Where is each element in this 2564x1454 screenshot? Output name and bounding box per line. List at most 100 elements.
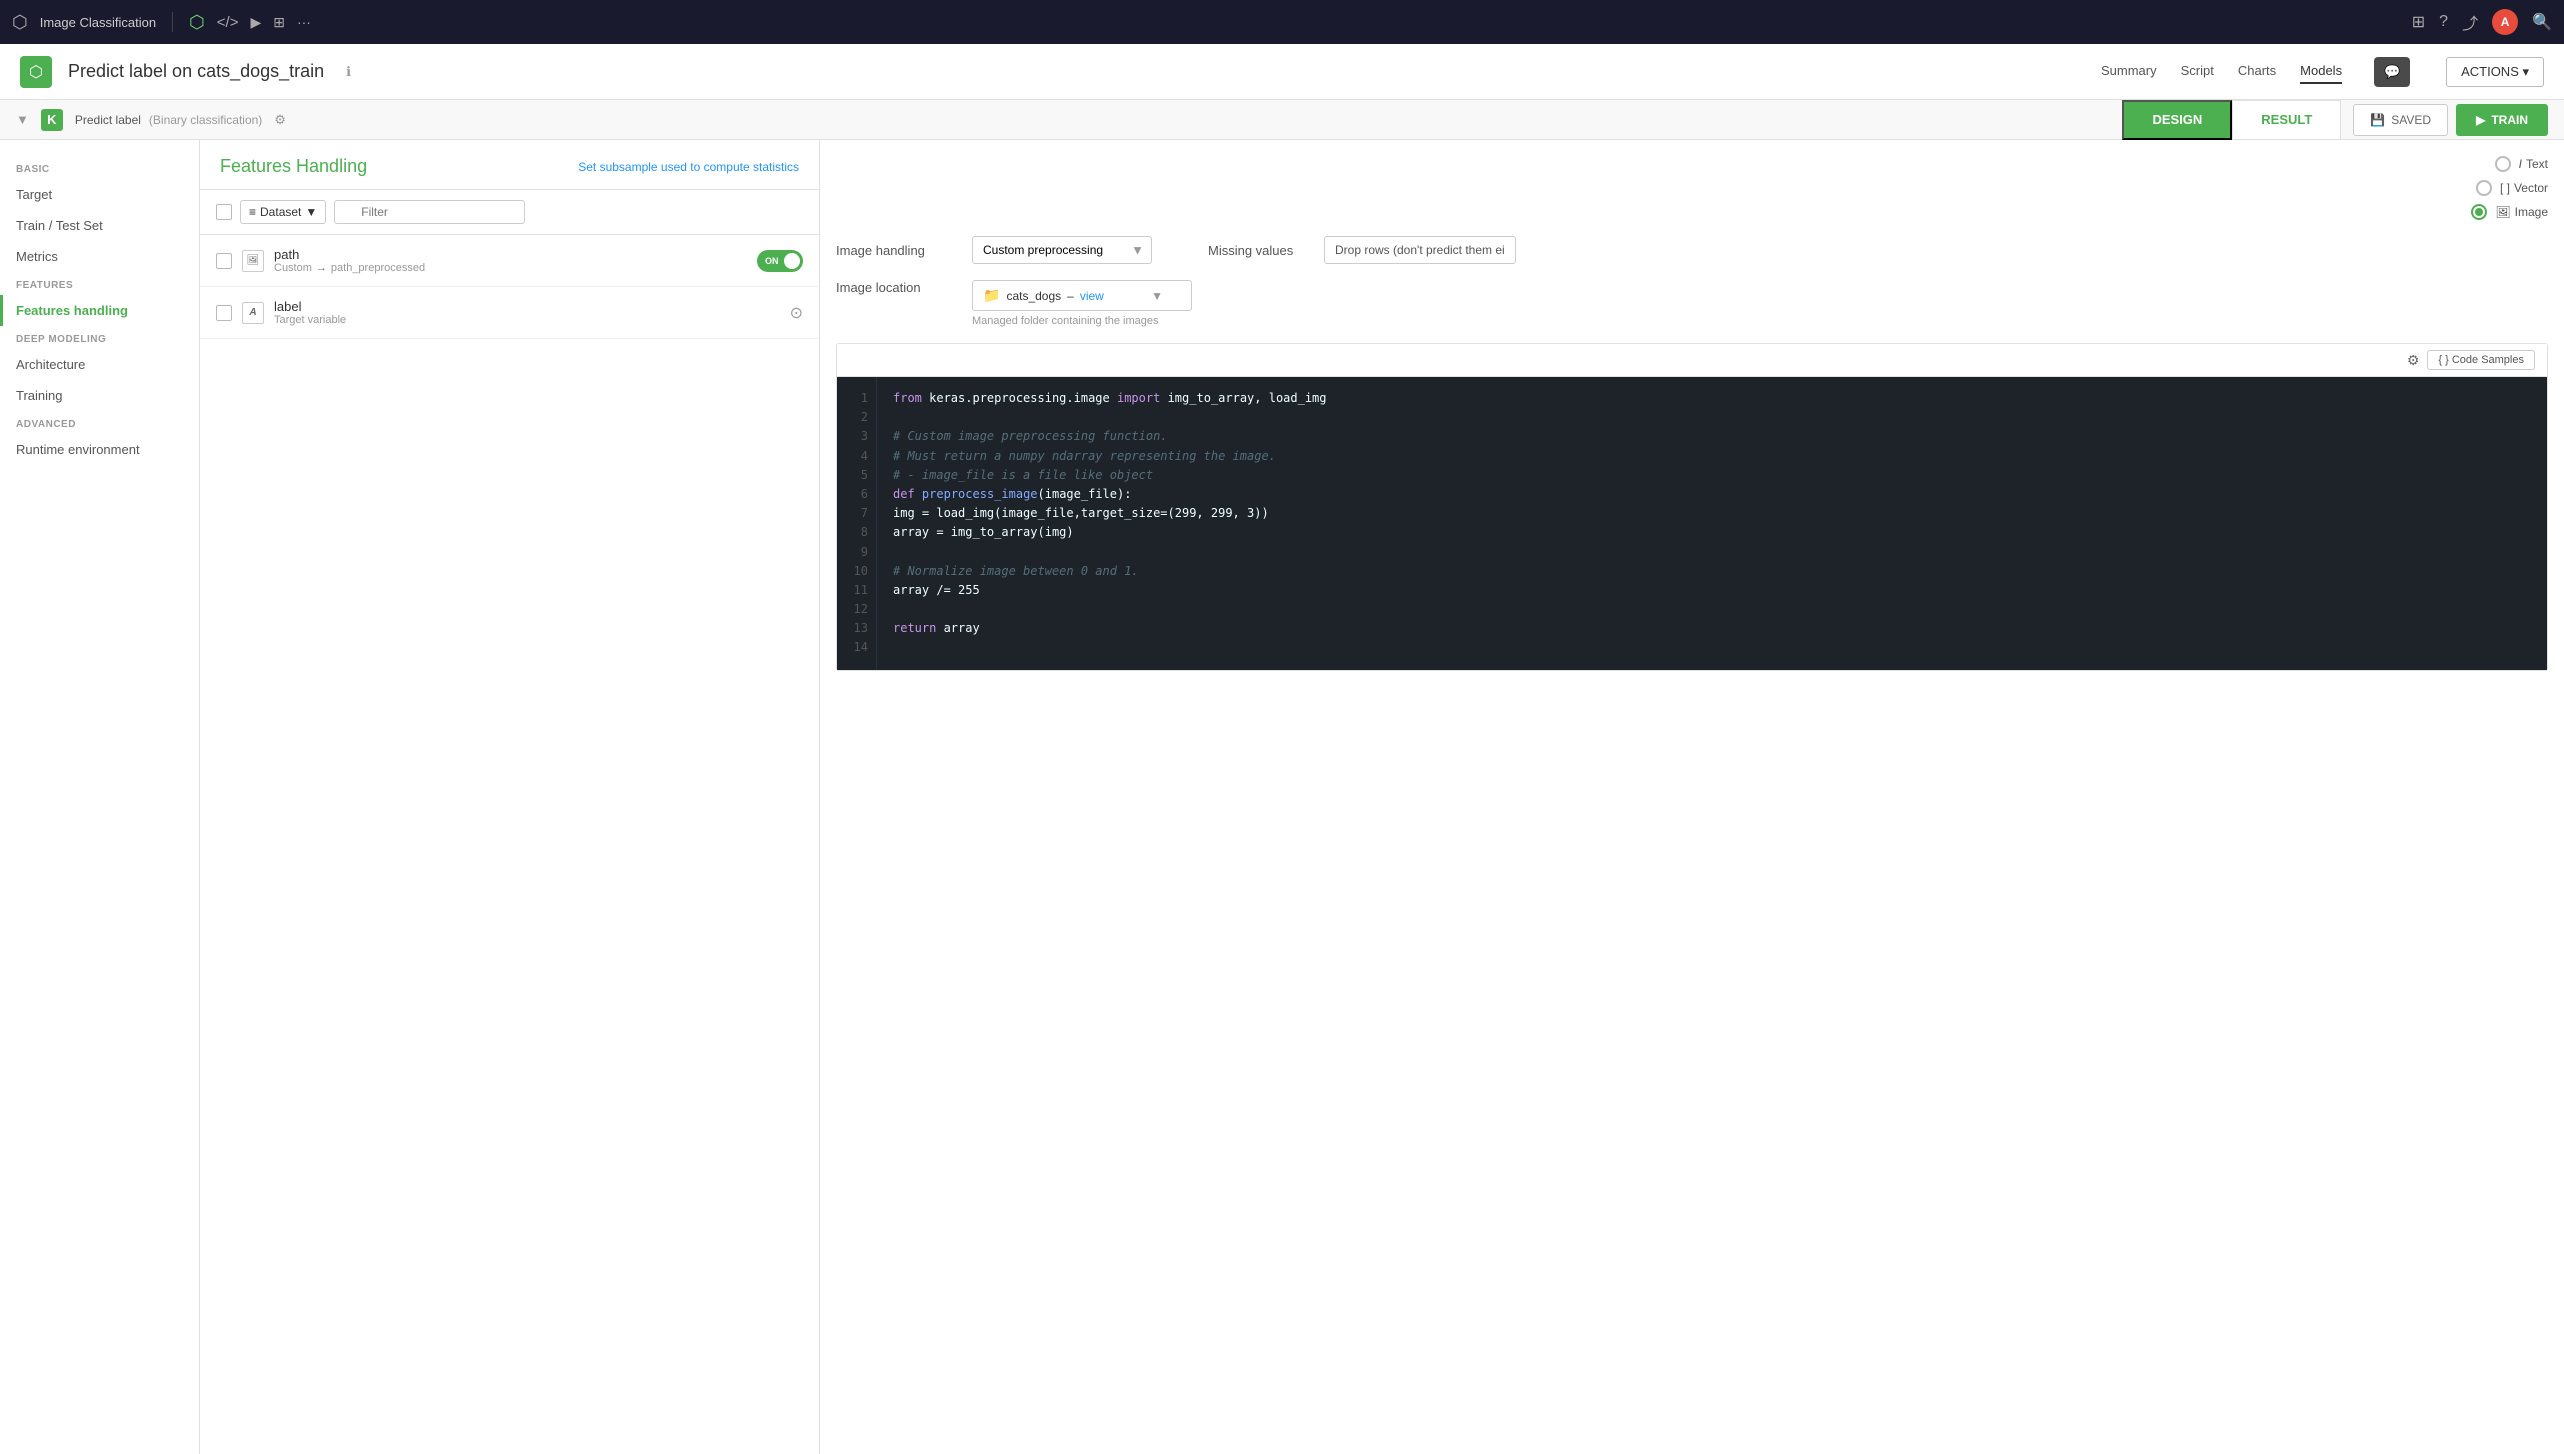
dataset-dropdown[interactable]: ≡ Dataset ▼	[240, 200, 326, 224]
section-title-features: FEATURES	[0, 272, 199, 295]
collapse-icon[interactable]: ▼	[16, 112, 29, 127]
content-area: Features Handling Set subsample used to …	[200, 140, 2564, 1454]
saved-button[interactable]: 💾 SAVED	[2353, 104, 2448, 136]
grid-icon[interactable]: ⊞	[2412, 12, 2425, 32]
project-logo: ⬡	[20, 56, 52, 88]
trending-icon[interactable]: ⤴	[2462, 10, 2478, 34]
code-settings-icon[interactable]: ⚙	[2407, 352, 2420, 369]
comment-button[interactable]: 💬	[2374, 57, 2410, 87]
radio-text-label: I Text	[2519, 157, 2548, 171]
target-icon[interactable]: ⊙	[790, 303, 803, 323]
nav-icon-more[interactable]: ···	[297, 14, 311, 30]
ln-3: 3	[849, 427, 868, 446]
code-toolbar: ⚙ { } Code Samples	[837, 344, 2547, 377]
code-line-12	[893, 600, 2531, 619]
code-line-6: def preprocess_image(image_file):	[893, 485, 2531, 504]
breadcrumb-gear-icon[interactable]: ⚙	[274, 112, 286, 128]
image-handling-select-wrapper: Custom preprocessing Standard preprocess…	[972, 236, 1152, 264]
top-nav: ⬡ Image Classification ⬡ </> ▶ ⊞ ··· ⊞ ?…	[0, 0, 2564, 44]
sidebar-item-label: Training	[16, 388, 62, 403]
radio-image-label: 🖼 Image	[2495, 205, 2548, 219]
top-nav-right: ⊞ ? ⤴ A 🔍	[2412, 9, 2552, 35]
ln-7: 7	[849, 504, 868, 523]
breadcrumb-bar: ▼ K Predict label (Binary classification…	[0, 100, 2564, 140]
label-type-icon: A	[242, 302, 264, 324]
toolbar-row: ≡ Dataset ▼ 🔍	[200, 190, 819, 235]
code-line-11: array /= 255	[893, 581, 2531, 600]
nav-icon-play[interactable]: ▶	[250, 14, 261, 31]
image-handling-select[interactable]: Custom preprocessing Standard preprocess…	[972, 236, 1152, 264]
project-bar: ⬡ Predict label on cats_dogs_train ℹ Sum…	[0, 44, 2564, 100]
nav-script[interactable]: Script	[2181, 59, 2214, 84]
path-toggle[interactable]: ON	[757, 250, 803, 272]
sidebar-item-metrics[interactable]: Metrics	[0, 241, 199, 272]
radio-text[interactable]: I Text	[2495, 156, 2548, 172]
select-all-checkbox[interactable]	[216, 204, 232, 220]
code-line-3: # Custom image preprocessing function.	[893, 427, 2531, 446]
ln-12: 12	[849, 600, 868, 619]
filter-wrapper: 🔍	[334, 200, 803, 224]
ln-13: 13	[849, 619, 868, 638]
sidebar-item-target[interactable]: Target	[0, 179, 199, 210]
code-body: 1 2 3 4 5 6 7 8 9 10 11 12 13	[837, 377, 2547, 670]
radio-text-circle	[2495, 156, 2511, 172]
ln-6: 6	[849, 485, 868, 504]
nav-icon-code[interactable]: </>	[217, 14, 239, 31]
radio-vector-circle	[2476, 180, 2492, 196]
sidebar-item-features-handling[interactable]: Features handling	[0, 295, 199, 326]
avatar-icon[interactable]: A	[2492, 9, 2518, 35]
sidebar-section-features: FEATURES Features handling	[0, 272, 199, 326]
filter-input[interactable]	[334, 200, 525, 224]
nav-separator	[172, 12, 173, 32]
design-tab[interactable]: DESIGN	[2122, 100, 2232, 140]
code-content[interactable]: from keras.preprocessing.image import im…	[877, 377, 2547, 670]
question-icon[interactable]: ?	[2439, 13, 2448, 31]
actions-button[interactable]: ACTIONS ▾	[2446, 57, 2544, 87]
search-icon[interactable]: 🔍	[2532, 12, 2552, 32]
path-feature-name: path	[274, 247, 425, 262]
sidebar-item-runtime[interactable]: Runtime environment	[0, 434, 199, 465]
radio-image[interactable]: 🖼 Image	[2471, 204, 2548, 220]
view-link[interactable]: view	[1080, 289, 1104, 303]
result-tab[interactable]: RESULT	[2232, 100, 2341, 140]
label-feature-info: label Target variable	[274, 299, 346, 326]
nav-icon-layout[interactable]: ⊞	[273, 14, 285, 31]
code-samples-button[interactable]: { } Code Samples	[2427, 350, 2535, 370]
project-info-icon[interactable]: ℹ	[346, 64, 351, 80]
nav-summary[interactable]: Summary	[2101, 59, 2157, 84]
path-feature-info: path Custom → path_preprocessed	[274, 247, 425, 274]
code-line-4: # Must return a numpy ndarray representi…	[893, 447, 2531, 466]
nav-charts[interactable]: Charts	[2238, 59, 2276, 84]
path-arrow-icon: →	[316, 262, 327, 274]
subsample-link[interactable]: Set subsample used to compute statistics	[578, 160, 799, 174]
ln-2: 2	[849, 408, 868, 427]
folder-icon: 📁	[983, 287, 1000, 304]
main-layout: BASIC Target Train / Test Set Metrics FE…	[0, 140, 2564, 1454]
radio-vector[interactable]: [ ] Vector	[2476, 180, 2548, 196]
section-title-advanced: ADVANCED	[0, 411, 199, 434]
ln-5: 5	[849, 466, 868, 485]
missing-values-value: Drop rows (don't predict them ei	[1324, 236, 1516, 264]
sidebar-item-training[interactable]: Training	[0, 380, 199, 411]
sidebar-item-train-test[interactable]: Train / Test Set	[0, 210, 199, 241]
path-checkbox[interactable]	[216, 253, 232, 269]
train-button[interactable]: ▶ TRAIN	[2456, 104, 2548, 136]
location-value[interactable]: 📁 cats_dogs – view ▼	[972, 280, 1192, 311]
code-line-8: array = img_to_array(img)	[893, 523, 2531, 542]
toggle-on-label: ON	[765, 256, 779, 266]
location-select-wrapper: 📁 cats_dogs – view ▼ Managed folder cont…	[972, 280, 1192, 327]
train-label: TRAIN	[2491, 113, 2528, 127]
ln-11: 11	[849, 581, 868, 600]
feature-row-label: A label Target variable ⊙	[200, 287, 819, 339]
sidebar-item-architecture[interactable]: Architecture	[0, 349, 199, 380]
label-checkbox[interactable]	[216, 305, 232, 321]
app-logo: ⬡	[12, 12, 28, 33]
image-location-label: Image location	[836, 280, 956, 295]
features-panel: Features Handling Set subsample used to …	[200, 140, 2564, 1454]
sidebar-item-label: Features handling	[16, 303, 128, 318]
code-line-1: from keras.preprocessing.image import im…	[893, 389, 2531, 408]
project-nav: Summary Script Charts Models 💬 ACTIONS ▾	[2101, 57, 2544, 87]
nav-models[interactable]: Models	[2300, 59, 2342, 84]
path-suffix: path_preprocessed	[331, 262, 425, 274]
folder-name: cats_dogs	[1006, 289, 1061, 303]
